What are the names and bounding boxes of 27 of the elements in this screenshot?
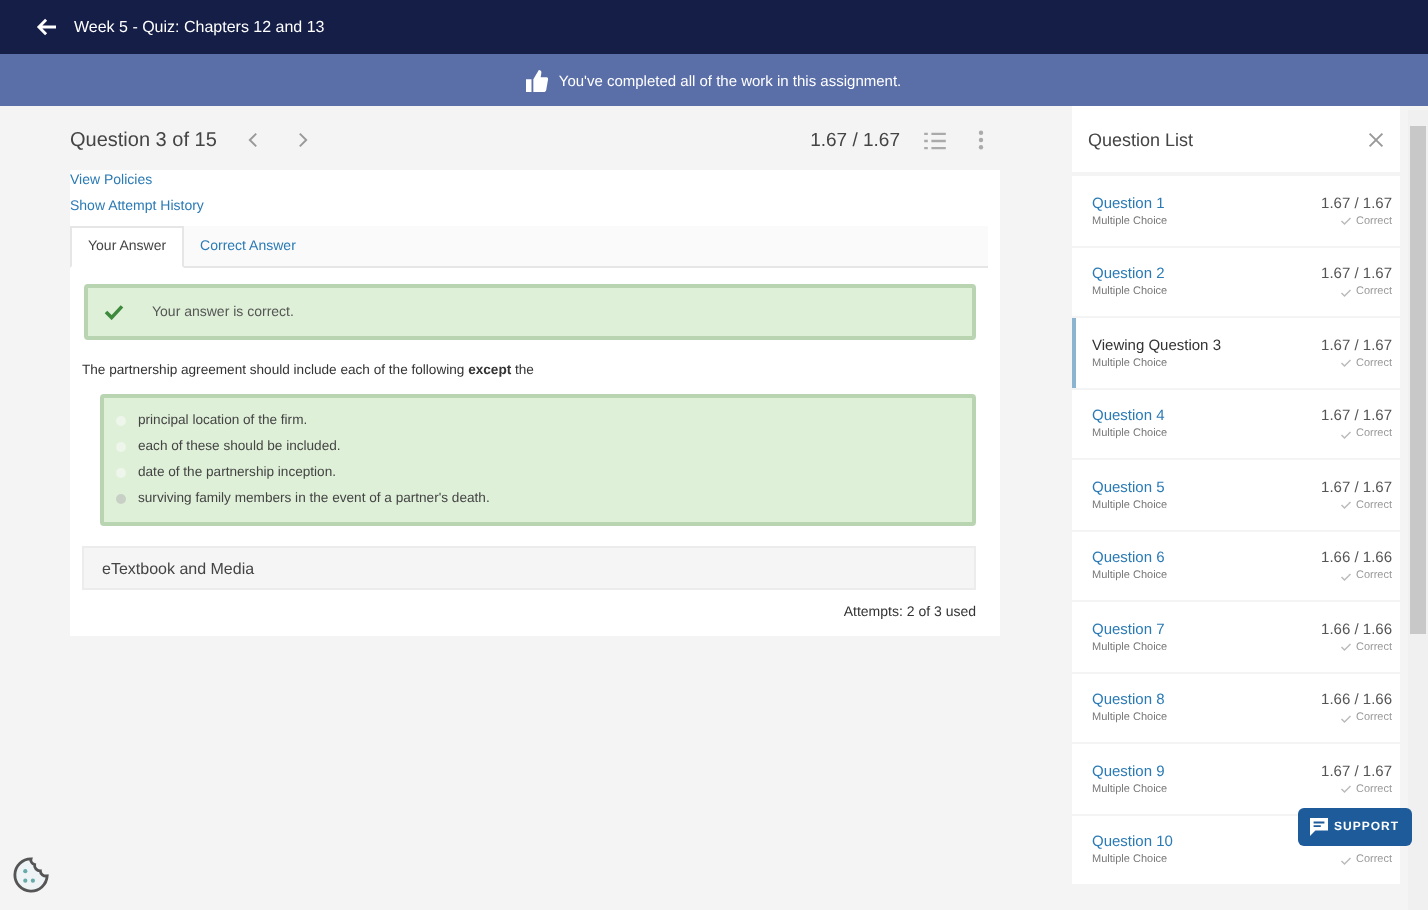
check-icon (1339, 642, 1352, 653)
back-arrow-icon[interactable] (36, 18, 58, 36)
thumbs-up-icon (526, 69, 549, 91)
assignment-title: Week 5 - Quiz: Chapters 12 and 13 (74, 18, 325, 36)
scrollbar[interactable] (1408, 110, 1428, 910)
radio-button[interactable] (116, 494, 126, 504)
next-icon[interactable] (298, 132, 309, 148)
check-icon (1339, 500, 1352, 511)
panel-title: Question List (1088, 129, 1194, 149)
check-icon (1339, 713, 1352, 724)
check-icon (1339, 784, 1352, 795)
question-score: 1.67 / 1.67 (810, 129, 900, 151)
check-icon (1339, 571, 1352, 582)
etextbook-panel[interactable]: eTextbook and Media (82, 546, 976, 590)
list-icon[interactable] (924, 131, 946, 149)
check-icon (1339, 358, 1352, 369)
more-icon[interactable] (978, 130, 984, 150)
close-icon[interactable] (1368, 131, 1384, 147)
check-icon (1339, 429, 1352, 440)
check-icon (1339, 216, 1352, 227)
question-position: Question 3 of 15 (70, 129, 217, 151)
cookie-icon[interactable] (12, 856, 50, 894)
chat-icon (1310, 818, 1328, 836)
previous-icon[interactable] (248, 132, 259, 148)
check-icon (1339, 287, 1352, 298)
check-icon (104, 304, 124, 320)
check-icon (1339, 855, 1352, 866)
